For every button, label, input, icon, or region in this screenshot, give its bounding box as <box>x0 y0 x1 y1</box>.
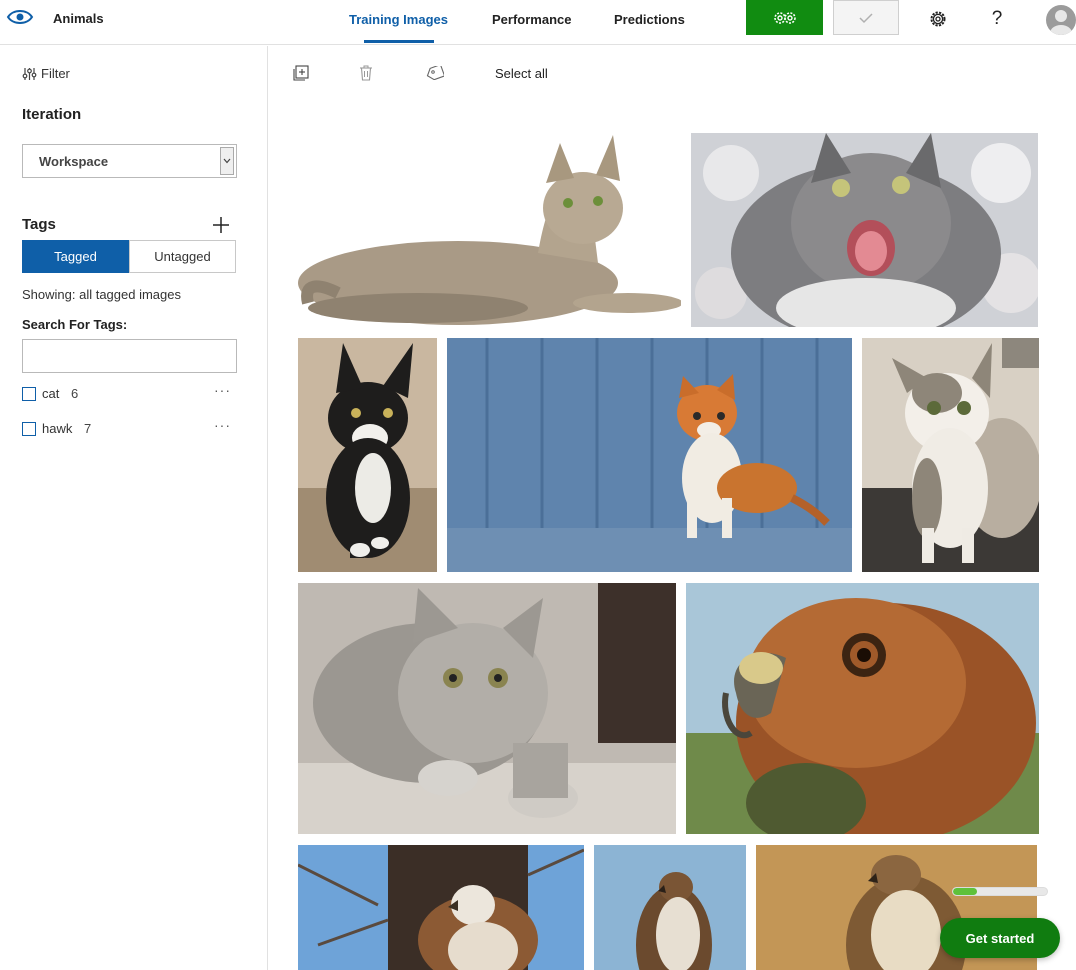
cat-image <box>298 133 681 327</box>
tag-icon <box>426 66 444 80</box>
progress-fill <box>953 888 977 895</box>
get-started-button[interactable]: Get started <box>940 918 1060 958</box>
image-tile[interactable] <box>298 133 681 327</box>
trash-icon <box>360 65 372 81</box>
top-bar: Animals Training Images Performance Pred… <box>0 0 1076 45</box>
app-title: Animals <box>53 11 104 26</box>
gear-icon <box>930 11 946 27</box>
image-tile[interactable] <box>594 845 746 970</box>
tag-name: hawk <box>42 421 73 436</box>
tab-predictions[interactable]: Predictions <box>614 12 685 27</box>
help-icon: ? <box>991 8 1003 29</box>
tags-title: Tags <box>22 216 56 233</box>
tag-count: 6 <box>71 386 79 401</box>
chevron-down-icon <box>220 147 234 175</box>
help-button[interactable]: ? <box>987 9 1007 29</box>
delete-button[interactable] <box>356 63 376 83</box>
tab-performance[interactable]: Performance <box>492 12 571 27</box>
tag-count: 7 <box>84 421 92 436</box>
cat-image <box>691 133 1038 327</box>
quick-test-button[interactable] <box>833 0 899 35</box>
person-icon <box>1050 10 1072 35</box>
iteration-selected-value: Workspace <box>39 154 109 169</box>
train-button[interactable] <box>746 0 823 35</box>
tag-row-cat: cat 6 ··· <box>22 382 237 404</box>
tag-name: cat <box>42 386 60 401</box>
more-options-icon[interactable]: ··· <box>214 382 231 398</box>
eye-logo-icon <box>6 10 34 24</box>
cat-image <box>298 583 676 834</box>
image-tile[interactable] <box>298 583 676 834</box>
cat-image <box>447 338 852 572</box>
image-tile[interactable] <box>298 338 437 572</box>
image-tile[interactable] <box>691 133 1038 327</box>
cat-image <box>298 338 437 572</box>
onboarding-progress-bar <box>952 887 1048 896</box>
gears-icon <box>773 11 796 24</box>
tag-checkbox-hawk[interactable] <box>22 422 36 436</box>
more-options-icon[interactable]: ··· <box>214 417 231 433</box>
filter-label: Filter <box>41 66 70 81</box>
filter-button[interactable]: Filter <box>22 66 70 81</box>
hawk-image <box>298 845 584 970</box>
hawk-image <box>594 845 746 970</box>
image-tile[interactable] <box>447 338 852 572</box>
filter-icon <box>22 67 37 80</box>
active-tab-indicator <box>364 40 434 43</box>
untagged-toggle[interactable]: Untagged <box>129 240 236 273</box>
avatar[interactable] <box>1046 5 1076 35</box>
add-images-button[interactable] <box>291 63 311 83</box>
iteration-select[interactable]: Workspace <box>22 144 237 178</box>
image-tile[interactable] <box>862 338 1039 572</box>
select-all-button[interactable]: Select all <box>495 66 548 81</box>
cat-image <box>862 338 1039 572</box>
search-tags-label: Search For Tags: <box>22 317 128 332</box>
sidebar: Filter Iteration Workspace Tags Tagged U… <box>0 46 268 970</box>
showing-text: Showing: all tagged images <box>22 287 181 302</box>
search-tags-input[interactable] <box>22 339 237 373</box>
iteration-title: Iteration <box>22 106 82 123</box>
add-images-icon <box>293 65 309 81</box>
image-tile[interactable] <box>686 583 1039 834</box>
settings-button[interactable] <box>928 9 948 29</box>
tag-checkbox-cat[interactable] <box>22 387 36 401</box>
tag-images-button[interactable] <box>425 63 445 83</box>
tab-training-images[interactable]: Training Images <box>349 12 448 27</box>
image-tile[interactable] <box>298 845 584 970</box>
tag-row-hawk: hawk 7 ··· <box>22 417 237 439</box>
tagged-toggle[interactable]: Tagged <box>22 240 129 273</box>
add-tag-icon[interactable] <box>212 216 230 234</box>
hawk-image <box>686 583 1039 834</box>
checkmark-icon <box>859 12 873 23</box>
